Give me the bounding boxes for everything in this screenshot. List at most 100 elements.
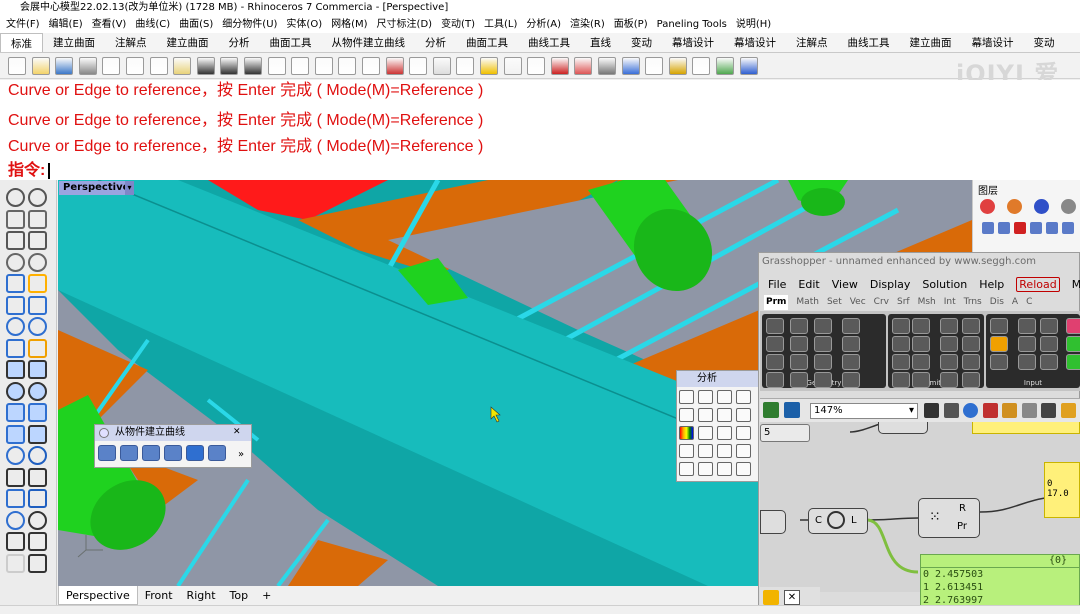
floating-toolbar-title[interactable]: 从物件建立曲线 (95, 425, 251, 441)
analysis-tool-icon[interactable] (679, 426, 694, 440)
toolbar-tab[interactable]: 建立曲面 (900, 33, 962, 52)
analysis-tool-icon[interactable] (698, 444, 713, 458)
viewport-tab[interactable]: + (255, 586, 278, 605)
left-tool-icon[interactable] (28, 553, 47, 573)
gh-component-tab[interactable]: Crv (874, 295, 889, 310)
left-tool-icon[interactable] (28, 188, 47, 207)
yellow-panel[interactable]: 0 17.0 (1044, 462, 1080, 518)
left-tool-icon[interactable] (28, 295, 47, 315)
command-input-caret[interactable] (48, 162, 51, 179)
curve-param-node[interactable] (760, 510, 786, 534)
gh-component-tab[interactable]: A (1012, 295, 1018, 310)
gh-component-icon[interactable] (962, 318, 980, 334)
save-file-icon[interactable] (784, 402, 800, 418)
gh-component-icon[interactable] (912, 354, 930, 370)
analysis-tool-icon[interactable] (717, 462, 732, 476)
left-tool-icon[interactable] (28, 381, 47, 401)
gh-component-icon[interactable] (766, 336, 784, 352)
gh-component-icon[interactable] (962, 336, 980, 352)
gh-toolbar-icon[interactable] (1002, 403, 1017, 418)
gh-component-icon[interactable] (892, 318, 910, 334)
curve-tool-icon[interactable] (142, 445, 160, 461)
left-tool-icon[interactable] (28, 209, 47, 229)
menu-item[interactable]: 文件(F) (6, 16, 40, 33)
gh-component-icon[interactable] (790, 318, 808, 334)
analysis-tool-icon[interactable] (717, 444, 732, 458)
gh-toolbar-icon[interactable] (982, 403, 998, 418)
toolbar-button-icon[interactable] (338, 57, 357, 75)
gh-component-icon[interactable] (1066, 354, 1080, 370)
gh-component-icon[interactable] (790, 372, 808, 388)
gh-component-icon[interactable] (814, 336, 832, 352)
viewport-title[interactable]: Perspective (59, 181, 134, 195)
left-tool-icon[interactable] (6, 510, 25, 530)
left-tool-icon[interactable] (6, 252, 25, 272)
curve-tool-icon[interactable] (208, 445, 226, 461)
gh-component-icon[interactable] (940, 354, 958, 370)
close-icon[interactable]: ✕ (784, 590, 800, 605)
gh-component-icon[interactable] (842, 336, 860, 352)
gh-toolbar-icon[interactable] (1041, 403, 1056, 418)
left-tool-icon[interactable] (6, 424, 25, 444)
toolbar-tab[interactable]: 变动 (621, 33, 662, 52)
toolbar-tab[interactable]: 注解点 (786, 33, 838, 52)
toolbar-button-icon[interactable] (480, 57, 498, 75)
gh-component-icon[interactable] (912, 318, 930, 334)
gh-menu-item[interactable]: Solution (922, 276, 967, 293)
toolbar-button-icon[interactable] (645, 57, 664, 75)
gh-component-tab[interactable]: Srf (897, 295, 910, 310)
gh-toolbar-icon[interactable] (1060, 403, 1076, 418)
analysis-tool-icon[interactable] (698, 462, 713, 476)
toolbar-tab[interactable]: 幕墙设计 (962, 33, 1024, 52)
toolbar-button-icon[interactable] (8, 57, 26, 75)
analysis-tool-icon[interactable] (679, 444, 694, 458)
left-tool-icon[interactable] (6, 338, 25, 358)
gh-component-icon[interactable] (766, 318, 784, 334)
gh-component-tab[interactable]: Set (827, 295, 842, 310)
toolbar-button-icon[interactable] (598, 57, 616, 75)
curve-tool-icon[interactable] (164, 445, 182, 461)
component-node-top[interactable] (878, 422, 928, 434)
gh-toolbar-icon[interactable] (1021, 403, 1037, 418)
layer-tab-icon[interactable] (980, 199, 995, 214)
toolbar-button-icon[interactable] (668, 57, 687, 75)
gh-component-icon[interactable] (962, 354, 980, 370)
gh-component-tab[interactable]: Int (944, 295, 956, 310)
gh-component-icon[interactable] (1066, 318, 1080, 334)
analysis-toolbar-title[interactable]: 分析 (677, 371, 759, 387)
toolbar-tab[interactable]: 曲线工具 (518, 33, 580, 52)
toolbar-button-icon[interactable] (291, 57, 310, 75)
left-tool-icon[interactable] (28, 446, 47, 465)
layer-action-icon[interactable] (982, 222, 994, 234)
gh-component-icon[interactable] (1040, 336, 1058, 352)
toolbar-button-icon[interactable] (267, 57, 286, 75)
gh-component-icon[interactable] (1018, 354, 1036, 370)
layer-action-icon[interactable] (1062, 222, 1074, 234)
gh-menu-item[interactable]: Display (870, 276, 911, 293)
gh-component-icon[interactable] (790, 336, 808, 352)
viewport-tab[interactable]: Right (180, 586, 223, 605)
analysis-tool-icon[interactable] (679, 462, 694, 476)
left-tool-icon[interactable] (28, 360, 47, 379)
analysis-tool-icon[interactable] (736, 408, 751, 422)
left-tool-icon[interactable] (28, 231, 47, 250)
analysis-tool-icon[interactable] (717, 390, 732, 404)
toolbar-button-icon[interactable] (126, 57, 144, 75)
menu-item[interactable]: 面板(P) (614, 16, 648, 33)
menu-item[interactable]: 变动(T) (441, 16, 475, 33)
left-tool-icon[interactable] (6, 467, 25, 487)
gh-component-icon[interactable] (892, 372, 910, 388)
curve-tool-icon[interactable] (98, 445, 116, 461)
left-tool-icon[interactable] (28, 274, 47, 293)
toolbar-tab[interactable]: 分析 (219, 33, 260, 52)
gh-toolbar-icon[interactable] (924, 403, 939, 418)
toolbar-button-icon[interactable] (362, 57, 380, 75)
gh-component-icon[interactable] (842, 354, 860, 370)
left-tool-icon[interactable] (28, 510, 47, 530)
open-file-icon[interactable] (763, 402, 779, 418)
analysis-tool-icon[interactable] (736, 462, 751, 476)
left-tool-icon[interactable] (6, 360, 25, 379)
toolbar-button-icon[interactable] (550, 57, 569, 75)
left-tool-icon[interactable] (6, 532, 25, 551)
menu-item[interactable]: 网格(M) (331, 16, 367, 33)
